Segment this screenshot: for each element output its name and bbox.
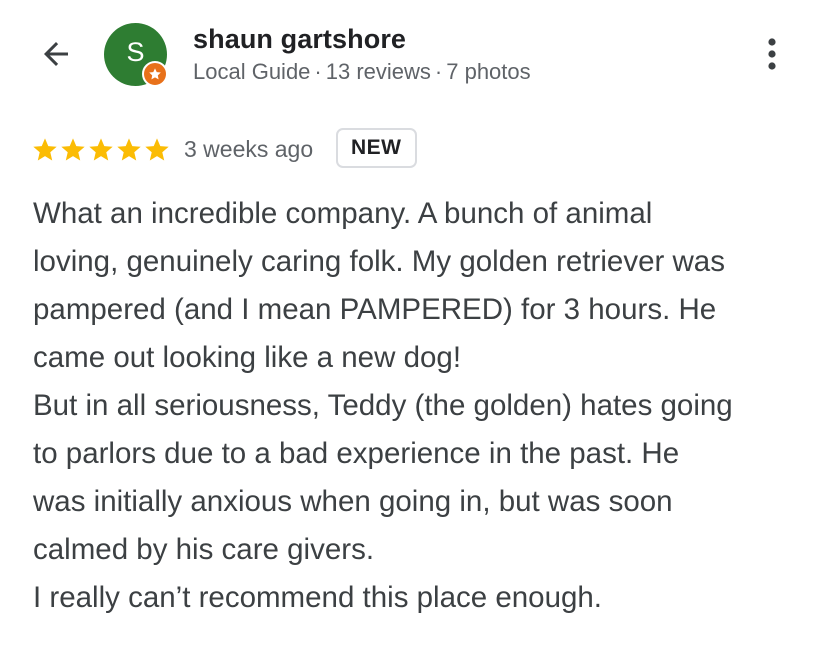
star-filled-icon	[89, 138, 113, 161]
reviewer-name[interactable]: shaun gartshore	[193, 24, 406, 55]
local-guide-star-icon	[142, 61, 168, 87]
review-line: But in all seriousness, Teddy (the golde…	[33, 389, 733, 422]
review-line: calmed by his care givers.	[33, 533, 375, 566]
review-line: came out looking like a new dog!	[33, 341, 462, 374]
star-filled-icon	[61, 138, 85, 161]
local-guide-label: Local Guide	[193, 59, 311, 84]
review-time: 3 weeks ago	[184, 136, 314, 162]
new-badge: NEW	[336, 128, 417, 168]
review-line: I really can’t recommend this place enou…	[33, 581, 602, 614]
review-line: loving, genuinely caring folk. My golden…	[33, 245, 725, 278]
review-count: 13 reviews	[325, 59, 431, 84]
review-line: What an incredible company. A bunch of a…	[33, 197, 653, 230]
review-line: pampered (and I mean PAMPERED) for 3 hou…	[33, 293, 717, 326]
photo-count: 7 photos	[446, 59, 531, 84]
arrow-back-icon	[38, 36, 74, 77]
avatar-letter: S	[126, 37, 145, 67]
review-text: What an incredible company. A bunch of a…	[33, 190, 823, 622]
reviewer-meta: Local Guide · 13 reviews · 7 photos	[193, 59, 531, 85]
meta-separator: ·	[314, 59, 322, 84]
more-options-button[interactable]	[752, 34, 792, 78]
back-button[interactable]	[30, 34, 82, 78]
star-filled-icon	[145, 138, 169, 161]
meta-separator: ·	[434, 59, 443, 84]
star-filled-icon	[33, 138, 57, 161]
more-vert-icon	[765, 36, 779, 77]
review-line: was initially anxious when going in, but…	[33, 485, 673, 518]
star-filled-icon	[117, 138, 141, 161]
star-rating	[31, 136, 171, 164]
review-line: to parlors due to a bad experience in th…	[33, 437, 680, 470]
